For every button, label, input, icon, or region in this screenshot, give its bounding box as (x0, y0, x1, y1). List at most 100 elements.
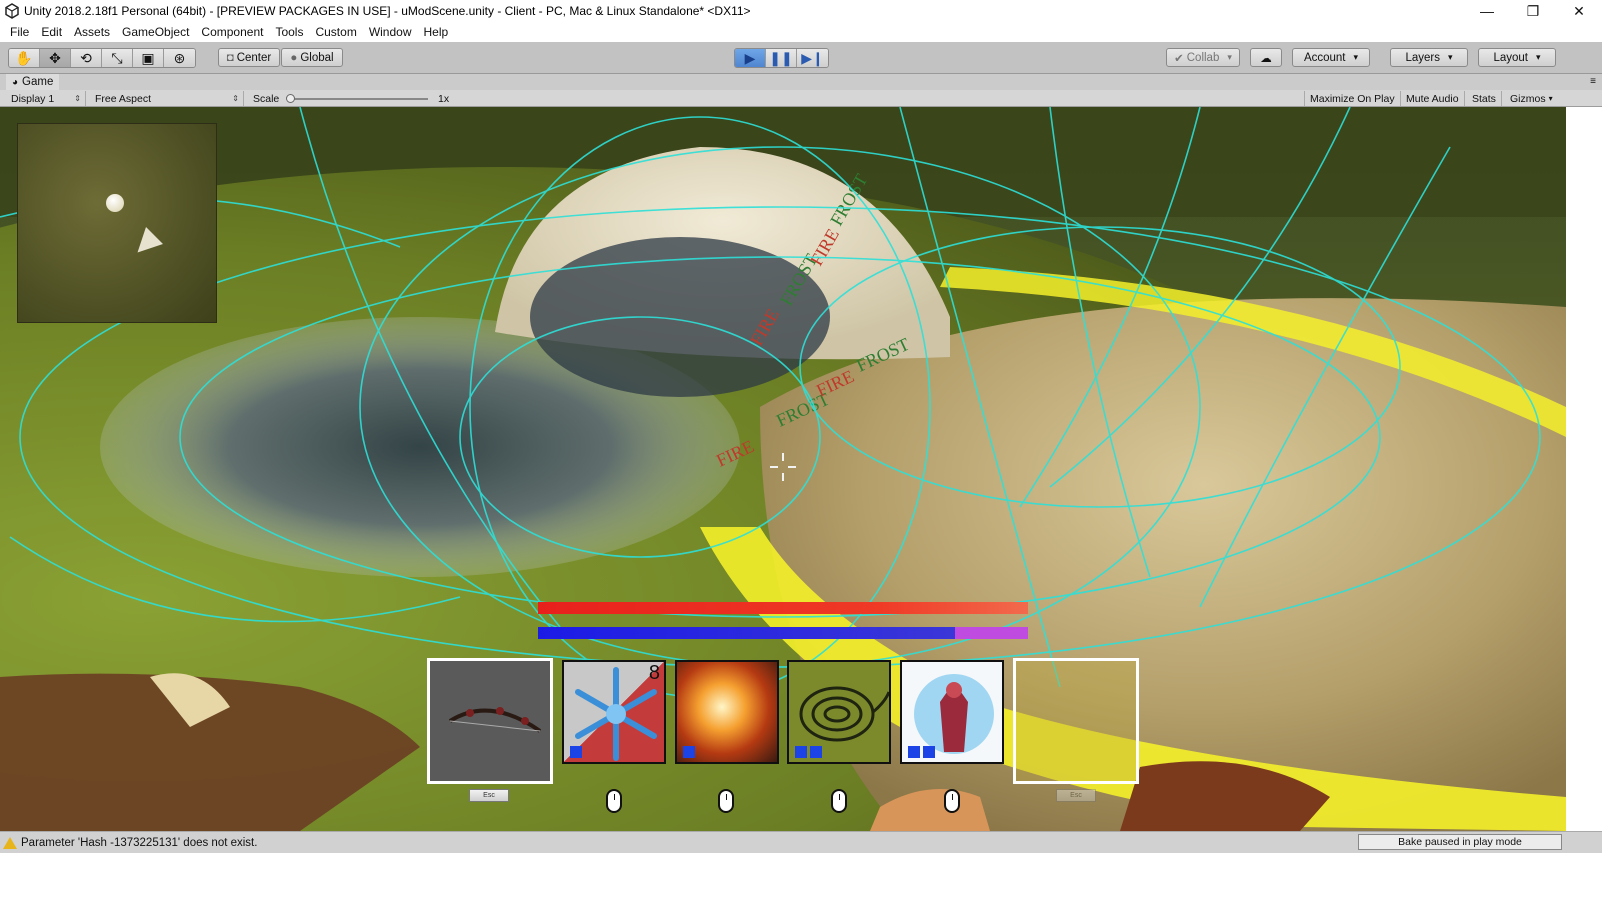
maximize-on-play-toggle[interactable]: Maximize On Play (1304, 91, 1401, 106)
game-viewport[interactable]: FIRE FROST FIRE FROST FIRE FROST FIRE FR… (0, 107, 1566, 831)
hotbar-slot-vine[interactable] (787, 660, 891, 764)
tab-menu-icon[interactable]: ≡ (1590, 76, 1596, 87)
transform-tool-icon[interactable]: ⊛ (164, 49, 195, 67)
minimize-button[interactable]: — (1464, 0, 1510, 22)
scale-tool-icon[interactable]: ⤡ (102, 49, 133, 67)
cloud-button[interactable]: ☁ (1250, 48, 1282, 67)
minimap-orb-marker (106, 194, 124, 212)
pivot-label: Center (236, 51, 272, 64)
frost-pips (570, 746, 582, 758)
gizmos-arrow-icon: ▾ (1548, 94, 1553, 103)
rotate-tool-icon[interactable]: ⟲ (71, 49, 102, 67)
tab-game[interactable]: ◕ Game (6, 74, 60, 90)
game-tab-strip: ◕ Game ≡ (0, 74, 1602, 90)
gizmos-dropdown[interactable]: Gizmos ▾ (1505, 91, 1558, 106)
hotbar-slot-frost[interactable]: 8 (562, 660, 666, 764)
account-label: Account (1303, 51, 1346, 64)
health-bar (538, 602, 1028, 614)
right-margin (1566, 107, 1602, 831)
globe-icon: ● (290, 51, 298, 64)
play-controls: ▶ ❚❚ ▶❙ (734, 48, 829, 68)
menu-help[interactable]: Help (418, 25, 455, 39)
main-toolbar: ✋ ✥ ⟲ ⤡ ▣ ⊛ ◘ Center ● Global ▶ ❚❚ ▶❙ ✔ Col… (0, 42, 1602, 74)
menu-assets[interactable]: Assets (68, 25, 116, 39)
mute-audio-toggle[interactable]: Mute Audio (1401, 91, 1465, 106)
collab-dropdown[interactable]: ✔ Collab (1166, 48, 1240, 67)
vine-pips (795, 746, 822, 758)
hotbar-slot-frost-mage[interactable] (900, 660, 1004, 764)
display-dropdown[interactable]: Display 1 ⇕ (6, 91, 86, 106)
move-tool-icon[interactable]: ✥ (40, 49, 71, 67)
player-arrow-icon (129, 227, 163, 261)
step-icon[interactable]: ▶❙ (797, 49, 828, 67)
menu-tools[interactable]: Tools (269, 25, 309, 39)
rect-tool-icon[interactable]: ▣ (133, 49, 164, 67)
hotbar-slot-empty[interactable] (1013, 658, 1139, 784)
mouse-icon (944, 789, 960, 813)
pivot-center-button[interactable]: ◘ Center (218, 48, 280, 67)
pause-icon[interactable]: ❚❚ (766, 49, 797, 67)
hotbar-slot-fire[interactable] (675, 660, 779, 764)
minimap[interactable] (17, 123, 217, 323)
status-bar: Parameter 'Hash -1373225131' does not ex… (0, 831, 1602, 853)
gizmos-label: Gizmos (1510, 92, 1546, 105)
hand-tool-icon[interactable]: ✋ (9, 49, 40, 67)
esc-key-hint-dim: Esc (1056, 789, 1096, 802)
layout-dropdown[interactable]: Layout (1478, 48, 1556, 67)
maximize-label: Maximize On Play (1310, 92, 1395, 105)
collab-label: Collab (1186, 51, 1220, 64)
pip (570, 746, 582, 758)
window-title: Unity 2018.2.18f1 Personal (64bit) - [PR… (24, 4, 751, 18)
scale-slider[interactable] (286, 94, 428, 103)
hotbar-slot-bow[interactable] (427, 658, 553, 784)
orb-vortex (530, 237, 830, 397)
menu-bar: File Edit Assets GameObject Component To… (0, 22, 1602, 42)
account-dropdown[interactable]: Account (1292, 48, 1370, 67)
check-icon: ✔ (1174, 52, 1184, 65)
unity-logo-icon (5, 3, 19, 19)
scale-slider-thumb[interactable] (286, 94, 295, 103)
layers-label: Layers (1405, 51, 1440, 64)
frost-charge-count: 8 (648, 662, 660, 684)
scale-control: Scale 1x (248, 91, 458, 106)
game-scene: FIRE FROST FIRE FROST FIRE FROST FIRE FR… (0, 107, 1566, 831)
mute-label: Mute Audio (1406, 92, 1459, 105)
menu-component[interactable]: Component (195, 25, 269, 39)
menu-edit[interactable]: Edit (35, 25, 68, 39)
menu-window[interactable]: Window (363, 25, 418, 39)
space-label: Global (300, 51, 334, 64)
pip (923, 746, 935, 758)
mana-bar-remainder (954, 627, 1028, 639)
game-view-toolbar: Display 1 ⇕ Free Aspect ⇕ Scale 1x Maximiz… (0, 90, 1602, 107)
pip (908, 746, 920, 758)
tab-game-label: Game (22, 76, 54, 88)
pivot-icon: ◘ (226, 51, 234, 64)
menu-file[interactable]: File (4, 25, 35, 39)
mouse-icon (718, 789, 734, 813)
mana-bar-fill (538, 627, 955, 639)
mana-bar (538, 627, 1028, 639)
scale-value: 1x (438, 92, 450, 105)
pip (683, 746, 695, 758)
aspect-label: Free Aspect (95, 92, 152, 105)
pip (795, 746, 807, 758)
display-label: Display 1 (11, 92, 55, 105)
menu-gameobject[interactable]: GameObject (116, 25, 195, 39)
restore-button[interactable]: ❐ (1510, 0, 1556, 22)
close-button[interactable]: ✕ (1556, 0, 1602, 22)
console-message[interactable]: Parameter 'Hash -1373225131' does not ex… (21, 837, 257, 849)
aspect-dropdown[interactable]: Free Aspect ⇕ (90, 91, 244, 106)
pivot-global-button[interactable]: ● Global (281, 48, 343, 67)
frost-mage-pips (908, 746, 935, 758)
stats-label: Stats (1472, 92, 1496, 105)
stats-toggle[interactable]: Stats (1467, 91, 1502, 106)
play-icon[interactable]: ▶ (735, 49, 766, 67)
window-bottom (0, 853, 1602, 900)
layout-label: Layout (1493, 51, 1528, 64)
aspect-arrow-icon: ⇕ (232, 94, 239, 103)
layers-dropdown[interactable]: Layers (1390, 48, 1468, 67)
menu-custom[interactable]: Custom (309, 25, 362, 39)
bow-icon (448, 707, 542, 733)
display-arrow-icon: ⇕ (74, 94, 81, 103)
pip (810, 746, 822, 758)
